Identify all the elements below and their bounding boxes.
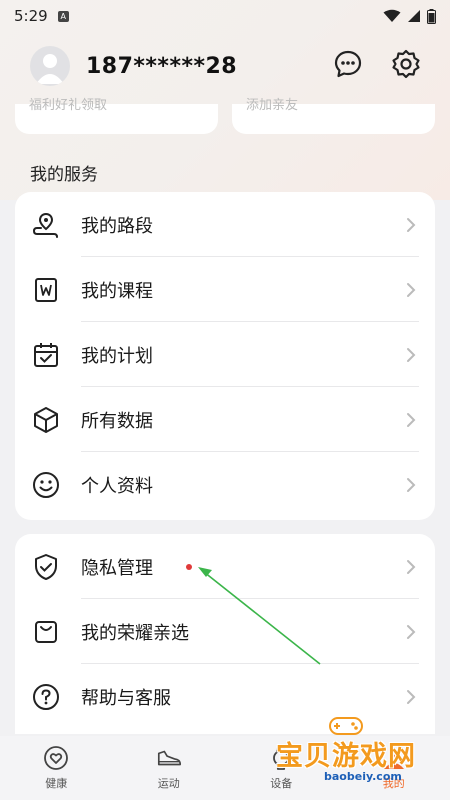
notification-icon: A	[57, 10, 69, 22]
chevron-right-icon	[405, 558, 417, 576]
nav-health[interactable]: 健康	[0, 736, 113, 800]
nav-label: 我的	[382, 777, 405, 790]
services-title: 我的服务	[30, 165, 98, 185]
status-time: 5:29	[14, 7, 48, 25]
battery-icon	[427, 8, 436, 24]
more-item-help[interactable]: 帮助与客服	[15, 664, 435, 729]
course-icon	[31, 275, 61, 305]
settings-button[interactable]	[390, 48, 422, 80]
more-item-privacy[interactable]: 隐私管理	[15, 534, 435, 599]
chevron-right-icon	[405, 623, 417, 641]
promo-card-left[interactable]: 福利好礼领取	[15, 98, 218, 134]
service-item-label: 我的路段	[81, 215, 153, 237]
nav-devices[interactable]: 设备	[225, 736, 338, 800]
service-item-label: 个人资料	[81, 475, 153, 497]
more-card: 隐私管理 我的荣耀亲选 帮助与客服	[15, 534, 435, 734]
shield-icon	[31, 552, 61, 582]
more-item-honor-select[interactable]: 我的荣耀亲选	[15, 599, 435, 664]
chevron-right-icon	[405, 216, 417, 234]
chevron-right-icon	[405, 688, 417, 706]
service-item-label: 我的课程	[81, 280, 153, 302]
service-item-profile[interactable]: 个人资料	[15, 452, 435, 517]
nav-label: 健康	[45, 777, 68, 790]
route-icon	[31, 210, 61, 240]
service-item-all-data[interactable]: 所有数据	[15, 387, 435, 452]
promo-card-right-text: 添加亲友	[246, 98, 299, 113]
message-button[interactable]	[332, 48, 364, 80]
bottom-nav: 健康 运动 设备 我的	[0, 736, 450, 800]
more-item-label: 隐私管理	[81, 557, 153, 579]
user-icon	[381, 745, 407, 771]
shoe-icon	[156, 745, 182, 771]
more-item-label: 帮助与客服	[81, 687, 171, 709]
service-item-label: 所有数据	[81, 410, 153, 432]
status-icons	[383, 8, 436, 24]
service-item-plans[interactable]: 我的计划	[15, 322, 435, 387]
chevron-right-icon	[405, 281, 417, 299]
avatar-icon	[36, 54, 64, 84]
smile-icon	[31, 470, 61, 500]
nav-exercise[interactable]: 运动	[113, 736, 226, 800]
gear-icon	[392, 49, 420, 79]
promo-card-right[interactable]: 添加亲友	[232, 98, 435, 134]
profile-header[interactable]: 187******28	[30, 44, 237, 88]
bag-icon	[31, 617, 61, 647]
status-bar: 5:29 A	[0, 0, 450, 32]
chevron-right-icon	[405, 476, 417, 494]
calendar-icon	[31, 340, 61, 370]
services-card: 我的路段 我的课程 我的计划 所有数据 个人资料	[15, 192, 435, 520]
service-item-courses[interactable]: 我的课程	[15, 257, 435, 322]
help-icon	[31, 682, 61, 712]
notification-badge	[186, 563, 192, 570]
avatar[interactable]	[30, 46, 70, 86]
nav-label: 运动	[157, 777, 180, 790]
chevron-right-icon	[405, 411, 417, 429]
signal-icon	[408, 10, 420, 22]
promo-card-left-text: 福利好礼领取	[29, 98, 108, 113]
cube-icon	[31, 405, 61, 435]
heart-icon	[43, 745, 69, 771]
nav-label: 设备	[270, 777, 293, 790]
more-item-label: 我的荣耀亲选	[81, 622, 189, 644]
watch-icon	[268, 745, 294, 771]
chevron-right-icon	[405, 346, 417, 364]
nav-mine[interactable]: 我的	[338, 736, 450, 800]
wifi-icon	[383, 9, 401, 22]
user-phone: 187******28	[86, 53, 238, 79]
message-icon	[334, 50, 362, 78]
service-item-label: 我的计划	[81, 345, 153, 367]
service-item-routes[interactable]: 我的路段	[15, 192, 435, 257]
